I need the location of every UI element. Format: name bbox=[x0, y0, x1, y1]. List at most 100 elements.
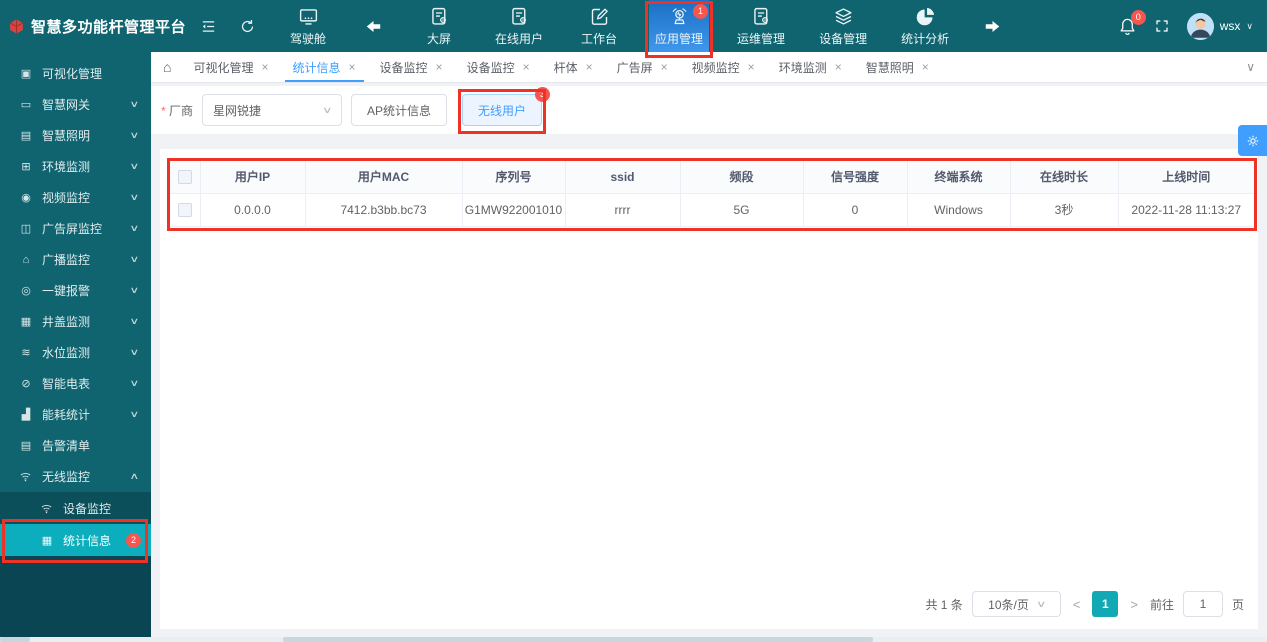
close-icon[interactable]: × bbox=[661, 60, 668, 74]
water-level-monitor-icon: ≋ bbox=[19, 346, 33, 359]
collapse-sidebar-icon[interactable] bbox=[200, 18, 217, 35]
sidebar-item-wireless-monitor[interactable]: 无线监控 ∧ bbox=[0, 461, 151, 492]
close-icon[interactable]: × bbox=[523, 60, 530, 74]
refresh-icon[interactable] bbox=[239, 18, 256, 35]
home-icon[interactable]: ⌂ bbox=[163, 59, 171, 75]
environment-monitor-icon: ⊞ bbox=[19, 160, 33, 173]
nav-scroll-left-icon[interactable] bbox=[364, 17, 383, 36]
required-mark: * bbox=[161, 104, 166, 118]
tab-video-monitor[interactable]: 视频监控 × bbox=[680, 52, 767, 82]
next-page-button[interactable]: > bbox=[1127, 597, 1141, 612]
col-user-mac: 用户MAC bbox=[305, 161, 462, 193]
row-checkbox[interactable] bbox=[178, 203, 192, 217]
nav-item-online-users[interactable]: 在线用户 bbox=[489, 0, 549, 52]
chevron-down-icon: ∨ bbox=[322, 105, 333, 116]
energy-stats-icon: ▟ bbox=[19, 408, 33, 421]
tab-device-monitor-2[interactable]: 设备监控 × bbox=[455, 52, 542, 82]
page-size-select[interactable]: 10条/页 ∨ bbox=[972, 591, 1061, 617]
sidebar-item-smart-lighting[interactable]: ▤ 智慧照明 ∨ bbox=[0, 120, 151, 151]
close-icon[interactable]: × bbox=[748, 60, 755, 74]
prev-page-button[interactable]: < bbox=[1070, 597, 1084, 612]
notifications-bell-icon[interactable]: 0 bbox=[1118, 17, 1137, 36]
smart-lighting-icon: ▤ bbox=[19, 129, 33, 142]
page-number-1[interactable]: 1 bbox=[1092, 591, 1118, 617]
vendor-select[interactable]: 星网锐捷 ∨ bbox=[202, 94, 342, 126]
settings-gear-button[interactable] bbox=[1238, 125, 1267, 156]
fullscreen-icon[interactable] bbox=[1154, 18, 1170, 34]
alarm-list-icon: ▤ bbox=[19, 439, 33, 452]
sidebar-item-energy-stats[interactable]: ▟ 能耗统计 ∨ bbox=[0, 399, 151, 430]
goto-page-input[interactable] bbox=[1183, 591, 1223, 617]
chevron-down-icon: ∨ bbox=[130, 254, 140, 265]
tab-environment-monitor[interactable]: 环境监测 × bbox=[767, 52, 854, 82]
scrollbar-handle[interactable] bbox=[0, 637, 30, 642]
sidebar-item-water-level-monitor[interactable]: ≋ 水位监测 ∨ bbox=[0, 337, 151, 368]
col-os: 终端系统 bbox=[907, 161, 1010, 193]
cell-band: 5G bbox=[680, 193, 803, 226]
tab-bar: ⌂ 可视化管理 × 统计信息 × 设备监控 × 设备监控 × 杆体 × 广告屏 … bbox=[151, 52, 1267, 83]
user-menu[interactable]: wsx ∨ bbox=[1187, 13, 1253, 40]
close-icon[interactable]: × bbox=[436, 60, 443, 74]
filter-panel: * 厂商 星网锐捷 ∨ AP统计信息 无线用户 3 bbox=[151, 86, 1267, 134]
app-title: 智慧多功能杆管理平台 bbox=[31, 16, 186, 37]
chevron-down-icon: ∨ bbox=[130, 378, 140, 389]
sidebar-item-smart-meter[interactable]: ⊘ 智能电表 ∨ bbox=[0, 368, 151, 399]
workbench-icon bbox=[589, 6, 610, 27]
table-row: 0.0.0.0 7412.b3bb.bc73 G1MW922001010 rrr… bbox=[170, 193, 1254, 226]
nav-item-big-screen[interactable]: 大屏 bbox=[411, 0, 467, 52]
device-management-icon bbox=[833, 6, 854, 27]
online-users-icon bbox=[509, 6, 530, 27]
sidebar-item-device-monitor[interactable]: 设备监控 bbox=[0, 492, 151, 524]
chevron-down-icon: ∨ bbox=[130, 130, 140, 141]
top-nav: 驾驶舱 大屏 在线用户 工作台 应用管理 1 运维管理 设备管理 bbox=[280, 0, 1008, 52]
scrollbar-handle[interactable] bbox=[283, 637, 873, 642]
select-all-checkbox[interactable] bbox=[178, 170, 192, 184]
sidebar-item-statistics-info[interactable]: ▦ 统计信息 2 bbox=[0, 524, 151, 556]
chevron-up-icon: ∧ bbox=[130, 471, 140, 482]
close-icon[interactable]: × bbox=[835, 60, 842, 74]
sidebar-item-manhole-monitor[interactable]: ▦ 井盖监测 ∨ bbox=[0, 306, 151, 337]
nav-item-workbench[interactable]: 工作台 bbox=[571, 0, 627, 52]
tab-statistics-info[interactable]: 统计信息 × bbox=[281, 52, 368, 82]
nav-scroll-right-icon[interactable] bbox=[983, 17, 1002, 36]
tab-visual-management[interactable]: 可视化管理 × bbox=[181, 52, 280, 82]
close-icon[interactable]: × bbox=[922, 60, 929, 74]
tab-pole[interactable]: 杆体 × bbox=[542, 52, 605, 82]
tab-ad-screen[interactable]: 广告屏 × bbox=[605, 52, 680, 82]
tab-device-monitor-1[interactable]: 设备监控 × bbox=[368, 52, 455, 82]
sidebar-item-visual-management[interactable]: ▣ 可视化管理 bbox=[0, 58, 151, 89]
chevron-down-icon: ∨ bbox=[130, 192, 140, 203]
wifi-icon bbox=[40, 502, 54, 515]
wireless-users-button[interactable]: 无线用户 3 bbox=[462, 94, 542, 126]
close-icon[interactable]: × bbox=[261, 60, 268, 74]
tab-list-chevron-down-icon[interactable]: ∨ bbox=[1246, 60, 1255, 74]
one-key-alarm-icon: ◎ bbox=[19, 284, 33, 297]
sidebar: ▣ 可视化管理 ▭ 智慧网关 ∨ ▤ 智慧照明 ∨ ⊞ 环境监测 ∨ ◉ 视频监… bbox=[0, 52, 151, 642]
nav-item-ops-management[interactable]: 运维管理 bbox=[731, 0, 791, 52]
ap-stats-button[interactable]: AP统计信息 bbox=[351, 94, 447, 126]
sidebar-item-smart-gateway[interactable]: ▭ 智慧网关 ∨ bbox=[0, 89, 151, 120]
header-actions: 0 wsx ∨ bbox=[1118, 0, 1253, 52]
close-icon[interactable]: × bbox=[586, 60, 593, 74]
chevron-down-icon: ∨ bbox=[130, 347, 140, 358]
logo-icon bbox=[8, 18, 25, 35]
sidebar-item-video-monitor[interactable]: ◉ 视频监控 ∨ bbox=[0, 182, 151, 213]
wireless-monitor-submenu: 设备监控 ▦ 统计信息 2 bbox=[0, 492, 151, 556]
nav-item-cockpit[interactable]: 驾驶舱 bbox=[280, 0, 336, 52]
sidebar-item-one-key-alarm[interactable]: ◎ 一键报警 ∨ bbox=[0, 275, 151, 306]
sidebar-item-environment-monitor[interactable]: ⊞ 环境监测 ∨ bbox=[0, 151, 151, 182]
tab-smart-lighting[interactable]: 智慧照明 × bbox=[854, 52, 941, 82]
nav-item-statistics[interactable]: 统计分析 bbox=[895, 0, 955, 52]
sidebar-item-ad-screen-monitor[interactable]: ◫ 广告屏监控 ∨ bbox=[0, 213, 151, 244]
wireless-users-badge: 3 bbox=[535, 87, 550, 102]
sidebar-item-broadcast-monitor[interactable]: ⌂ 广播监控 ∨ bbox=[0, 244, 151, 275]
chevron-down-icon: ∨ bbox=[130, 316, 140, 327]
close-icon[interactable]: × bbox=[349, 60, 356, 74]
nav-item-app-management[interactable]: 应用管理 1 bbox=[649, 0, 709, 52]
chevron-down-icon: ∨ bbox=[130, 285, 140, 296]
horizontal-scrollbar[interactable] bbox=[0, 637, 1267, 642]
manhole-monitor-icon: ▦ bbox=[19, 315, 33, 328]
cell-signal: 0 bbox=[803, 193, 907, 226]
nav-item-device-management[interactable]: 设备管理 bbox=[813, 0, 873, 52]
sidebar-item-alarm-list[interactable]: ▤ 告警清单 bbox=[0, 430, 151, 461]
